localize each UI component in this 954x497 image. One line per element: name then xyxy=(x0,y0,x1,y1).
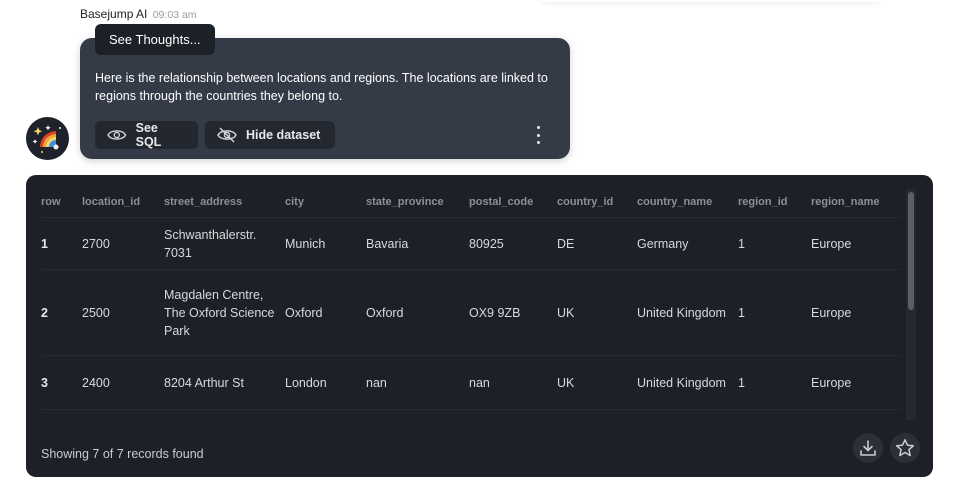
column-header[interactable]: country_name xyxy=(637,187,738,218)
column-header[interactable]: region_id xyxy=(738,187,811,218)
eye-icon xyxy=(107,130,127,140)
table-cell: 2500 xyxy=(82,269,164,356)
table-cell: OX9 9ZB xyxy=(469,269,557,356)
table-cell: 8204 Arthur St xyxy=(164,355,285,410)
column-header[interactable]: row xyxy=(41,187,82,218)
sender-name: Basejump AI xyxy=(80,7,148,21)
see-sql-label: See SQL xyxy=(135,121,162,149)
assistant-avatar xyxy=(26,117,69,160)
table-cell: 3 xyxy=(41,355,82,410)
table-cell: 2700 xyxy=(82,217,164,270)
table-row: 1 2700 Schwanthalerstr. 7031 Munich Bava… xyxy=(41,217,901,270)
dataset-table: row location_id street_address city stat… xyxy=(41,187,901,419)
download-icon xyxy=(860,440,876,456)
column-header[interactable]: region_name xyxy=(811,187,901,218)
table-cell: 1 xyxy=(738,217,811,270)
column-header[interactable]: state_province xyxy=(366,187,469,218)
dataset-panel: row location_id street_address city stat… xyxy=(26,175,933,477)
column-header[interactable]: country_id xyxy=(557,187,637,218)
download-button[interactable] xyxy=(853,433,883,463)
sparkle-fan-icon xyxy=(32,125,61,153)
table-cell: 2 xyxy=(41,269,82,356)
see-thoughts-button[interactable]: See Thoughts... xyxy=(95,24,215,55)
table-cell: 2400 xyxy=(82,355,164,410)
eye-off-icon xyxy=(217,127,237,143)
assistant-message-bubble: Here is the relationship between locatio… xyxy=(80,38,570,159)
table-row: 3 2400 8204 Arthur St London nan nan UK … xyxy=(41,355,901,410)
table-cell: Magdalen Centre, The Oxford Science Park xyxy=(164,269,285,356)
previous-message-edge xyxy=(540,0,880,2)
hide-dataset-label: Hide dataset xyxy=(246,128,321,142)
scrollbar-thumb[interactable] xyxy=(908,192,914,310)
table-cell: Europe xyxy=(811,217,901,270)
table-row: 2 2500 Magdalen Centre, The Oxford Scien… xyxy=(41,269,901,356)
table-cell: Europe xyxy=(811,355,901,410)
table-cell: London xyxy=(285,355,366,410)
table-cell: Europe xyxy=(811,269,901,356)
table-cell: United Kingdom xyxy=(637,269,738,356)
column-header[interactable]: location_id xyxy=(82,187,164,218)
table-header-row: row location_id street_address city stat… xyxy=(41,187,901,218)
table-cell: 80925 xyxy=(469,217,557,270)
column-header[interactable]: city xyxy=(285,187,366,218)
table-cell: 1 xyxy=(738,355,811,410)
table-cell: Germany xyxy=(637,217,738,270)
hide-dataset-button[interactable]: Hide dataset xyxy=(205,121,335,149)
table-cell: nan xyxy=(469,355,557,410)
table-cell: UK xyxy=(557,269,637,356)
table-scrollbar[interactable] xyxy=(906,189,916,420)
table-row-partial xyxy=(41,409,901,419)
table-cell: Munich xyxy=(285,217,366,270)
table-cell: Oxford xyxy=(285,269,366,356)
table-cell: United Kingdom xyxy=(637,355,738,410)
table-cell: UK xyxy=(557,355,637,410)
dataset-table-container[interactable]: row location_id street_address city stat… xyxy=(41,187,917,419)
table-cell: nan xyxy=(366,355,469,410)
message-text: Here is the relationship between locatio… xyxy=(95,71,548,103)
records-count: Showing 7 of 7 records found xyxy=(41,447,204,461)
message-header: Basejump AI 09:03 am xyxy=(80,7,197,21)
column-header[interactable]: postal_code xyxy=(469,187,557,218)
table-cell: 1 xyxy=(41,217,82,270)
more-vertical-icon[interactable] xyxy=(528,126,548,144)
column-header[interactable]: street_address xyxy=(164,187,285,218)
table-cell: Oxford xyxy=(366,269,469,356)
see-sql-button[interactable]: See SQL xyxy=(95,121,198,149)
table-cell: 1 xyxy=(738,269,811,356)
favorite-button[interactable] xyxy=(890,433,920,463)
star-icon xyxy=(895,439,915,457)
message-time: 09:03 am xyxy=(152,9,197,21)
table-cell: DE xyxy=(557,217,637,270)
table-cell: Schwanthalerstr. 7031 xyxy=(164,217,285,270)
table-cell: Bavaria xyxy=(366,217,469,270)
